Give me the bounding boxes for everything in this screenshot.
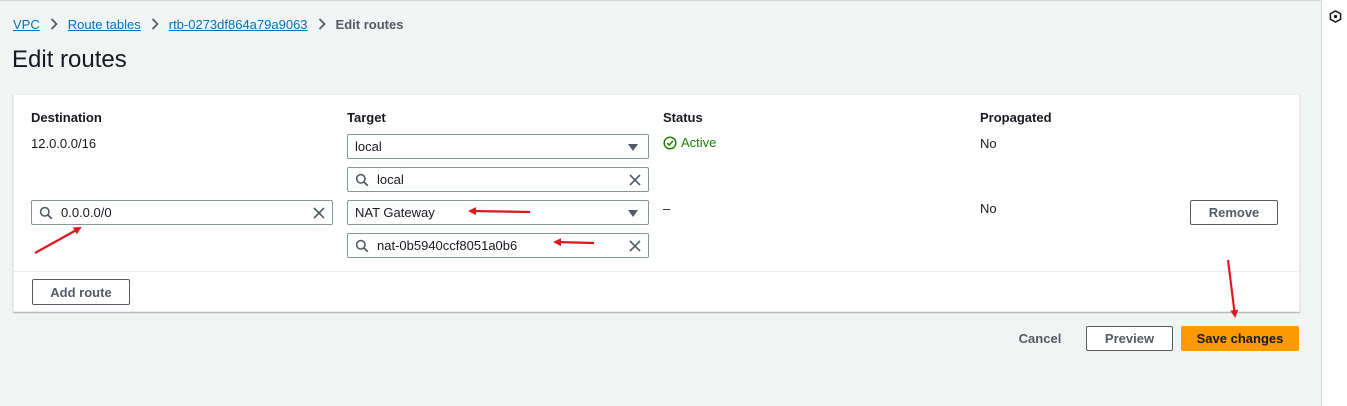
breadcrumb-current: Edit routes — [335, 16, 404, 32]
route-2-target-select-value: NAT Gateway — [355, 205, 435, 220]
search-icon — [39, 206, 53, 220]
panel-divider — [14, 271, 1299, 272]
route-1-target-search-value: local — [377, 172, 404, 187]
route-1-destination: 12.0.0.0/16 — [31, 136, 97, 151]
destination-header: Destination — [31, 110, 102, 125]
route-2-target-search[interactable]: nat-0b5940ccf8051a0b6 — [347, 233, 649, 258]
route-1-status: Active — [663, 135, 716, 150]
route-2-target-search-value: nat-0b5940ccf8051a0b6 — [377, 238, 518, 253]
propagated-header: Propagated — [980, 110, 1052, 125]
route-2-propagated: No — [980, 201, 997, 216]
right-side-rail — [1321, 0, 1347, 406]
status-header: Status — [663, 110, 703, 125]
route-2-status: – — [663, 201, 671, 216]
breadcrumb-route-tables-link[interactable]: Route tables — [68, 17, 141, 32]
route-1-target-select[interactable]: local — [347, 134, 649, 159]
target-header: Target — [347, 110, 386, 125]
chevron-right-icon — [308, 17, 336, 31]
route-1-status-label: Active — [681, 135, 717, 150]
top-border — [0, 0, 1321, 1]
route-1-target-search[interactable]: local — [347, 167, 649, 192]
chevron-right-icon — [40, 17, 68, 31]
route-2-destination-search[interactable]: 0.0.0.0/0 — [31, 200, 333, 225]
routes-panel: Destination Target Status Propagated 12.… — [13, 94, 1300, 312]
breadcrumb-vpc-link[interactable]: VPC — [13, 17, 40, 32]
close-icon[interactable] — [312, 206, 326, 220]
route-2-destination-value: 0.0.0.0/0 — [61, 205, 112, 220]
save-changes-button[interactable]: Save changes — [1181, 326, 1299, 351]
remove-route-button[interactable]: Remove — [1190, 200, 1278, 225]
cancel-button[interactable]: Cancel — [1008, 326, 1072, 351]
route-2-target-select[interactable]: NAT Gateway — [347, 200, 649, 225]
caret-down-icon — [628, 144, 638, 151]
close-icon[interactable] — [628, 173, 642, 187]
breadcrumb: VPC Route tables rtb-0273df864a79a9063 E… — [13, 15, 403, 33]
preview-button[interactable]: Preview — [1086, 326, 1173, 351]
caret-down-icon — [628, 210, 638, 217]
check-circle-icon — [663, 135, 677, 150]
close-icon[interactable] — [628, 239, 642, 253]
page-title: Edit routes — [12, 46, 127, 73]
settings-hex-icon[interactable] — [1329, 10, 1342, 23]
search-icon — [355, 173, 369, 187]
breadcrumb-route-table-id-link[interactable]: rtb-0273df864a79a9063 — [169, 17, 308, 32]
chevron-right-icon — [141, 17, 169, 31]
route-1-target-select-value: local — [355, 139, 382, 154]
search-icon — [355, 239, 369, 253]
add-route-button[interactable]: Add route — [32, 279, 130, 305]
route-1-propagated: No — [980, 136, 997, 151]
